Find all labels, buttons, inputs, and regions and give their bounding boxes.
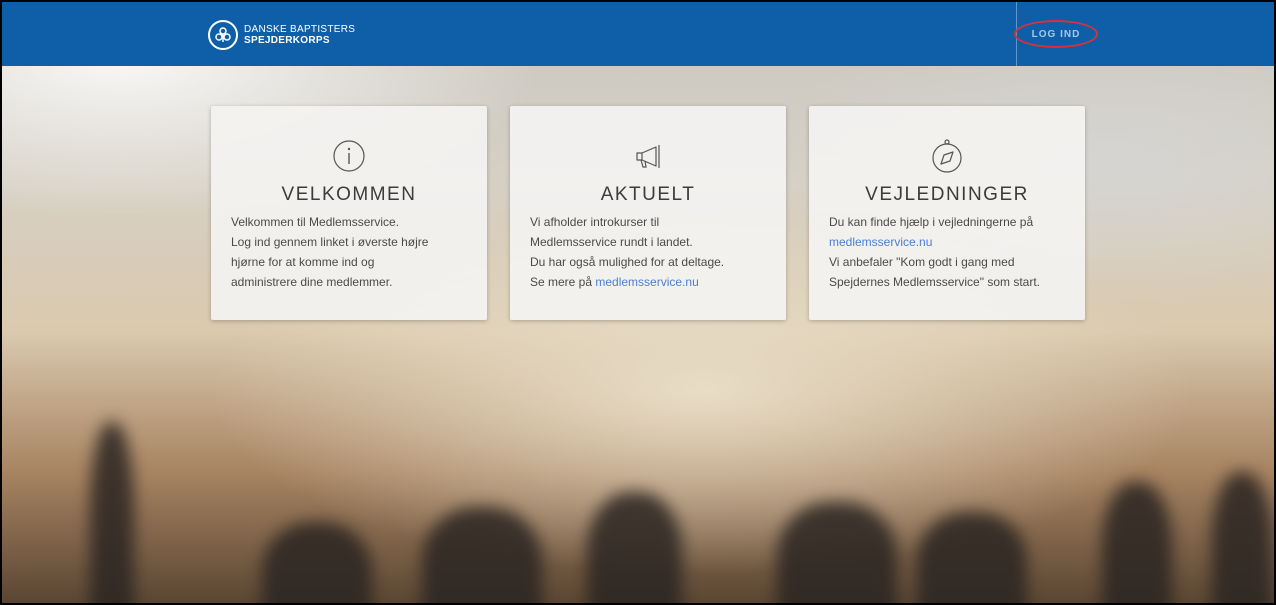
background-figure bbox=[90, 422, 134, 603]
card-title: VEJLEDNINGER bbox=[865, 184, 1029, 205]
card-title: VELKOMMEN bbox=[281, 184, 417, 205]
guides-card: VEJLEDNINGER Du kan finde hjælp i vejled… bbox=[809, 106, 1085, 320]
card-text-line: Vi afholder introkurser til bbox=[530, 215, 660, 229]
compass-icon bbox=[932, 139, 962, 173]
scout-emblem-icon bbox=[208, 20, 238, 50]
page-frame: DANSKE BAPTISTERS SPEJDERKORPS LOG IND V… bbox=[0, 0, 1276, 605]
megaphone-icon bbox=[636, 145, 660, 168]
logo-line-2: SPEJDERKORPS bbox=[244, 35, 330, 46]
medlemsservice-link[interactable]: medlemsservice.nu bbox=[595, 275, 698, 289]
info-icon bbox=[333, 140, 365, 172]
card-text-line: Se mere på medlemsservice.nu bbox=[530, 272, 766, 292]
logo-line-1: DANSKE BAPTISTERS bbox=[244, 24, 356, 35]
background-figure bbox=[1102, 482, 1172, 603]
background-figure bbox=[587, 492, 682, 603]
card-body: Velkommen til Medlemsservice. Log ind ge… bbox=[231, 212, 467, 292]
medlemsservice-link[interactable]: medlemsservice.nu bbox=[829, 235, 932, 249]
card-text-line: Spejdernes Medlemsservice" som start. bbox=[829, 275, 1041, 289]
card-text-line: medlemsservice.nu bbox=[829, 232, 1065, 252]
background-figure bbox=[917, 512, 1027, 603]
card-text-line: Log ind gennem linket i øverste højre bbox=[231, 235, 429, 249]
card-body: Vi afholder introkurser til Medlemsservi… bbox=[530, 212, 766, 292]
background-figure bbox=[1212, 472, 1272, 603]
login-link[interactable]: LOG IND bbox=[1014, 20, 1098, 48]
card-text-line: Du kan finde hjælp i vejledningerne på bbox=[829, 215, 1034, 229]
site-logo[interactable]: DANSKE BAPTISTERS SPEJDERKORPS bbox=[208, 20, 355, 50]
card-text-line: administrere dine medlemmer. bbox=[231, 275, 393, 289]
welcome-card: VELKOMMEN Velkommen til Medlemsservice. … bbox=[211, 106, 487, 320]
background-figure bbox=[422, 507, 542, 603]
card-text-line: Velkommen til Medlemsservice. bbox=[231, 215, 400, 229]
card-text-line: Vi anbefaler "Kom godt i gang med bbox=[829, 255, 1015, 269]
card-title: AKTUELT bbox=[600, 184, 696, 205]
link-prefix: Se mere på bbox=[530, 275, 596, 289]
logo-text: DANSKE BAPTISTERS SPEJDERKORPS bbox=[244, 24, 355, 46]
background-figure bbox=[262, 522, 372, 603]
card-text-line: Medlemsservice rundt i landet. bbox=[530, 235, 693, 249]
top-navigation-bar: DANSKE BAPTISTERS SPEJDERKORPS LOG IND bbox=[2, 2, 1274, 66]
news-card: AKTUELT Vi afholder introkurser til Medl… bbox=[510, 106, 786, 320]
card-text-line: hjørne for at komme ind og bbox=[231, 255, 375, 269]
background-figure bbox=[777, 502, 897, 603]
card-body: Du kan finde hjælp i vejledningerne på m… bbox=[829, 212, 1065, 292]
card-text-line: Du har også mulighed for at deltage. bbox=[530, 255, 725, 269]
